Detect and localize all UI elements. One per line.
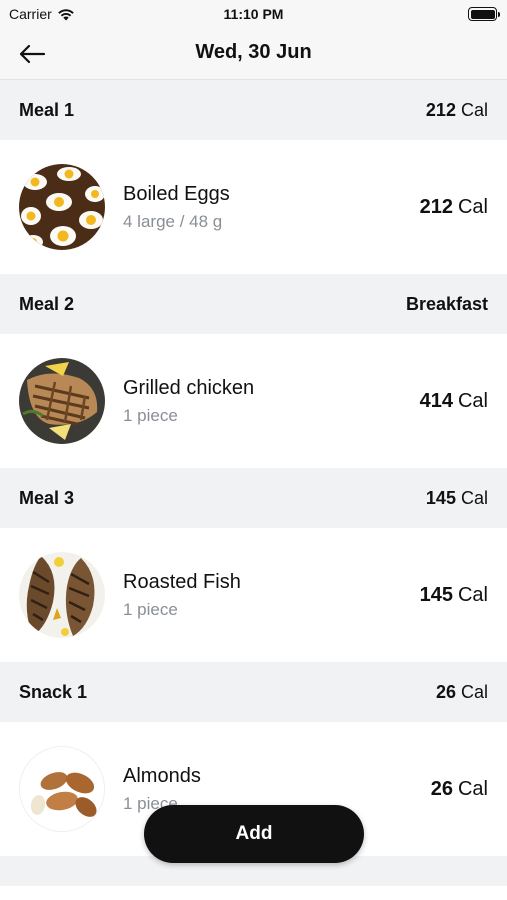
grilled-chicken-image — [19, 358, 105, 444]
food-item-row[interactable]: Grilled chicken 1 piece 414 Cal — [0, 334, 507, 468]
food-portion: 1 piece — [123, 406, 178, 425]
meal-section-header: Meal 1 212 Cal — [0, 80, 507, 140]
food-name: Almonds — [123, 765, 201, 787]
food-calories: 414 Cal — [419, 389, 488, 412]
section-title: Meal 3 — [19, 487, 75, 508]
section-calories: 212 Cal — [425, 99, 488, 120]
roasted-fish-image — [19, 552, 105, 638]
add-button[interactable]: Add — [144, 805, 364, 863]
section-title: Meal 2 — [19, 293, 75, 314]
food-calories: 26 Cal — [430, 777, 488, 800]
food-calories: 145 Cal — [419, 583, 488, 606]
page-title: Wed, 30 Jun — [195, 41, 312, 63]
food-portion: 4 large / 48 g — [123, 212, 223, 231]
food-name: Roasted Fish — [123, 571, 241, 593]
boiled-eggs-image — [19, 164, 105, 250]
meal-section-header: Meal 2 Breakfast — [0, 274, 507, 334]
food-name: Grilled chicken — [123, 377, 255, 399]
section-label: Breakfast — [405, 293, 488, 314]
meal-section-header: Meal 3 145 Cal — [0, 468, 507, 528]
food-portion: 1 piece — [123, 600, 178, 619]
almonds-image — [19, 746, 105, 832]
section-calories: 26 Cal — [435, 681, 488, 702]
section-title: Meal 1 — [19, 99, 75, 120]
clock: 11:10 PM — [223, 6, 284, 22]
navigation-bar: Wed, 30 Jun — [0, 30, 507, 80]
food-item-row[interactable]: Roasted Fish 1 piece 145 Cal — [0, 528, 507, 662]
food-name: Boiled Eggs — [123, 183, 230, 205]
food-item-row[interactable]: Boiled Eggs 4 large / 48 g 212 Cal — [0, 140, 507, 274]
section-calories: 145 Cal — [425, 487, 488, 508]
meal-section-header: Snack 1 26 Cal — [0, 662, 507, 722]
status-bar: Carrier 11:10 PM — [0, 0, 507, 30]
meal-list: Meal 1 212 Cal Boiled Eggs 4 large / 48 … — [0, 80, 507, 886]
food-calories: 212 Cal — [419, 195, 488, 218]
battery-icon — [468, 7, 500, 21]
section-title: Snack 1 — [19, 681, 88, 702]
